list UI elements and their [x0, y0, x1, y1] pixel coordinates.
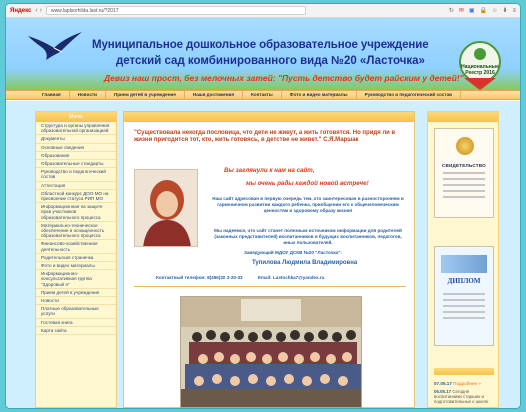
sidebar-item[interactable]: Структура и органы управления образовате…: [36, 122, 116, 136]
intro-paragraph: Наш сайт адресован в первую очередь тем,…: [212, 196, 404, 213]
sidebar-item[interactable]: Аттестация: [36, 182, 116, 190]
head-title: Заведующий МДОУ ДСКВ №20 "Ласточка":: [244, 250, 342, 255]
sidebar-item[interactable]: Руководство и педагогический состав: [36, 168, 116, 182]
reload-icon[interactable]: ↻: [449, 7, 454, 14]
browser-brand: Яндекс: [10, 7, 32, 14]
page-content: Меню Структура и органы управления образ…: [6, 101, 520, 408]
nav-item-media[interactable]: Фото и видео материалы: [282, 91, 357, 99]
nav-item-news[interactable]: Новости: [70, 91, 106, 99]
lock-icon[interactable]: 🔒: [480, 7, 487, 14]
diploma-lines: [435, 293, 493, 319]
staff-group-photo[interactable]: [180, 296, 362, 408]
nav-item-admission[interactable]: Прием детей в учреждение: [106, 91, 185, 99]
welcome-line2: мы очень рады каждой новой встрече!: [246, 180, 369, 187]
diploma-title: ДИПЛОМ: [447, 277, 481, 285]
nav-item-contacts[interactable]: Контакты: [243, 91, 282, 99]
site-motto: Девиз наш прост, без мелочных затей: "Пу…: [104, 73, 464, 83]
purpose-paragraph: Мы надеемся, что сайт станет полезным ис…: [214, 228, 402, 245]
seal-icon: [456, 137, 474, 155]
sidebar-item[interactable]: Документы: [36, 135, 116, 144]
sidebar-item[interactable]: Образовательные стандарты: [36, 160, 116, 169]
news-more-link[interactable]: Подробнее »: [453, 381, 481, 386]
sidebar-item[interactable]: Основные сведения: [36, 144, 116, 152]
certificate-title: СВИДЕТЕЛЬСТВО: [442, 163, 486, 168]
browser-actions: ↻ ✉ ▣ 🔒 ☆ ⬇ ≡: [449, 7, 516, 15]
star-icon[interactable]: ☆: [492, 7, 497, 14]
sidebar-item[interactable]: Родительская страничка: [36, 254, 116, 263]
sidebar-item[interactable]: Прием детей в учреждение: [36, 289, 116, 298]
right-sidebar: СВИДЕТЕЛЬСТВО ДИПЛОМ 07.05.17 Подробнее …: [427, 111, 499, 408]
sidebar-item[interactable]: Финансово-хозяйственная деятельность: [36, 240, 116, 254]
certificate-card[interactable]: СВИДЕТЕЛЬСТВО: [434, 128, 494, 218]
menu-icon[interactable]: ≡: [512, 8, 516, 14]
mail-icon[interactable]: ✉: [459, 7, 464, 14]
browser-toolbar: Яндекс ‹ › www.laplsorhilda.last.ru/?201…: [6, 4, 520, 18]
address-bar[interactable]: www.laplsorhilda.last.ru/?2017: [45, 6, 306, 15]
news-header: [434, 368, 494, 375]
portrait-image-icon: [135, 170, 197, 246]
main-topbar: [124, 112, 414, 122]
sidebar-item[interactable]: Информационная на защите прав участников…: [36, 203, 116, 222]
main-nav: Главная Новости Прием детей в учреждение…: [6, 90, 520, 100]
group-photo-image-icon: [181, 297, 361, 407]
sidebar-item[interactable]: Новости: [36, 297, 116, 306]
badge-label: Национальные Реестр 2016: [461, 64, 499, 76]
right-sidebar-header: [428, 112, 498, 122]
welcome-line1: Вы заглянули к нам на сайт,: [224, 167, 315, 174]
nav-item-home[interactable]: Главная: [34, 91, 70, 99]
main-column: "Существовала некогда пословица, что дет…: [123, 111, 415, 408]
marshak-quote: "Существовала некогда пословица, что дет…: [134, 130, 396, 143]
sidebar-item[interactable]: Областной конкурс ДОО МО на присвоение с…: [36, 190, 116, 204]
contact-line: Контактный телефон: 8(496)20 3-20-33 Ema…: [156, 275, 324, 280]
diploma-banner-icon: [441, 255, 487, 273]
sidebar-item[interactable]: Материально-техническое обеспечение и ос…: [36, 222, 116, 241]
news-date: 07.05.17 Подробнее »: [434, 381, 494, 386]
nav-item-achievements[interactable]: Наши достижения: [185, 91, 243, 99]
sidebar-item[interactable]: Информационно-консультативная группа "Зд…: [36, 270, 116, 289]
head-portrait: [134, 169, 198, 247]
news-box: 07.05.17 Подробнее » 05.05.17 Сегодня во…: [434, 368, 494, 405]
back-forward-icon[interactable]: ‹ ›: [35, 7, 42, 14]
sidebar-header: Меню: [36, 112, 116, 122]
site-title-line1: Муниципальное дошкольное образовательное…: [92, 39, 429, 51]
nav-item-staff[interactable]: Руководство и педагогический состав: [357, 91, 461, 99]
sidebar-item[interactable]: Платные образовательные услуги: [36, 305, 116, 319]
download-icon[interactable]: ⬇: [502, 7, 507, 14]
sidebar-item[interactable]: Карта сайта: [36, 327, 116, 336]
site-header: Муниципальное дошкольное образовательное…: [6, 18, 520, 90]
contact-phone: Контактный телефон: 8(496)20 3-20-33: [156, 275, 243, 280]
diploma-card[interactable]: ДИПЛОМ: [434, 246, 494, 346]
news-date-value: 07.05.17: [434, 381, 452, 386]
swallow-logo-icon: [28, 32, 82, 60]
certificate-lines: [435, 172, 493, 198]
head-name: Тупилова Людмила Владимировна: [252, 260, 358, 266]
browser-window: Яндекс ‹ › www.laplsorhilda.last.ru/?201…: [6, 4, 520, 408]
sidebar-item[interactable]: Гостевая книга: [36, 319, 116, 327]
sidebar-item[interactable]: Образование: [36, 152, 116, 161]
site-title-line2: детский сад комбинированного вида №20 «Л…: [116, 55, 425, 67]
contact-email[interactable]: Email: Lastochka7@yandex.ru: [258, 275, 325, 280]
bookmark-icon[interactable]: ▣: [469, 7, 475, 14]
sidebar-item[interactable]: Фото и видео материалы: [36, 262, 116, 271]
left-sidebar: Меню Структура и органы управления образ…: [35, 111, 117, 408]
news-item[interactable]: 05.05.17 Сегодня воспитанники старших и …: [434, 389, 494, 405]
content-divider: [134, 286, 406, 287]
